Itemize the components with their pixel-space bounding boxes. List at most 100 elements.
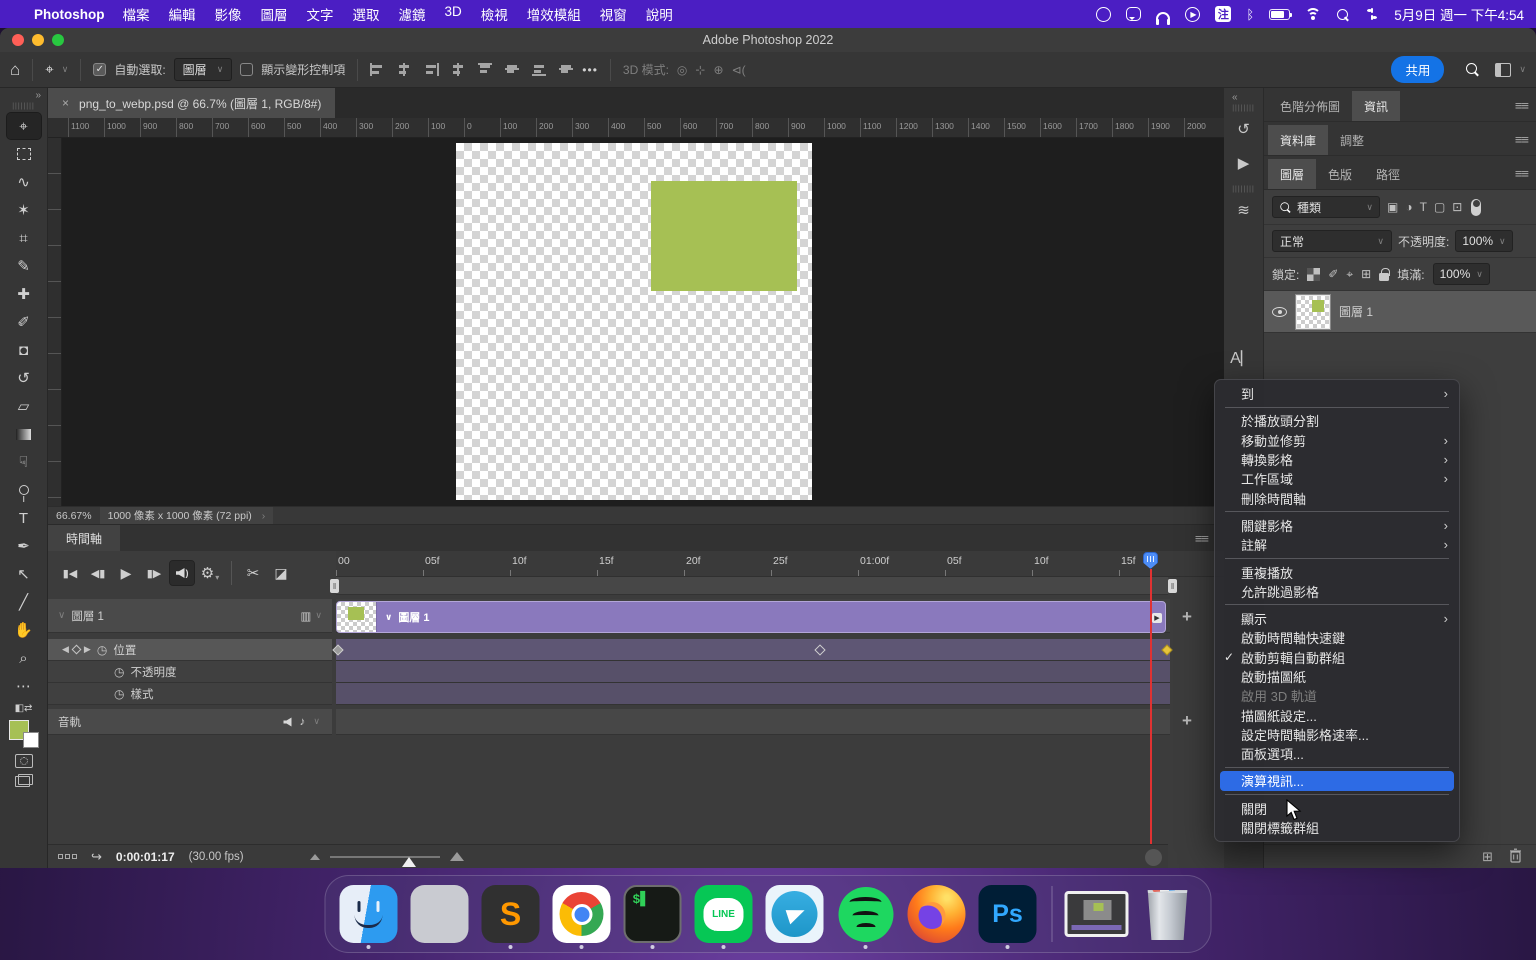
menu-item-[interactable]: 刪除時間軸 [1215, 488, 1459, 507]
horizontal-ruler[interactable]: 1100100090080070060050040030020010001002… [48, 118, 1224, 138]
swap-colors-icon[interactable]: ◧⇄ [7, 701, 41, 715]
history-brush-tool[interactable]: ↺ [7, 365, 41, 391]
menu-item-[interactable]: 到› [1215, 384, 1459, 403]
menubar-item-3[interactable]: 圖層 [261, 4, 288, 24]
previous-frame-button[interactable]: ◀▮ [86, 561, 110, 585]
distribute-h-icon[interactable] [451, 63, 466, 76]
timeline-panel-menu-icon[interactable]: ≡≡ [1195, 531, 1208, 546]
tab-資料庫[interactable]: 資料庫 [1268, 125, 1328, 155]
menu-item-[interactable]: 註解› [1215, 535, 1459, 554]
menu-item-[interactable]: 轉換影格› [1215, 450, 1459, 469]
work-area-end-handle[interactable]: ‖ [1168, 579, 1177, 593]
work-area-start-handle[interactable]: ‖ [330, 579, 339, 593]
tools-expand-icon[interactable]: » [35, 90, 41, 101]
auto-select-checkbox[interactable]: ✓ [93, 63, 106, 76]
layer-filter-kind-dropdown[interactable]: 種類∨ [1272, 196, 1380, 218]
transition-icon[interactable]: ◪ [269, 561, 293, 585]
align-right-icon[interactable] [424, 63, 439, 76]
align-left-icon[interactable] [370, 63, 385, 76]
dock-item-launchpad[interactable] [409, 879, 471, 949]
opacity-dropdown[interactable]: 100%∨ [1455, 230, 1512, 252]
dodge-tool[interactable] [7, 477, 41, 503]
dock-item-trash[interactable] [1137, 879, 1199, 949]
dock-item-chrome[interactable] [551, 879, 613, 949]
flatten-export-icon[interactable]: ↪ [91, 849, 102, 865]
menubar-item-8[interactable]: 檢視 [481, 4, 508, 24]
delete-trash-icon[interactable] [1509, 848, 1522, 866]
zoom-in-timeline-icon[interactable] [450, 852, 464, 861]
menu-item-[interactable]: 關閉 [1215, 799, 1459, 818]
menubar-datetime[interactable]: 5月9日 週一 下午4:54 [1394, 4, 1524, 24]
align-bottom-icon[interactable] [532, 63, 547, 76]
magic-wand-tool[interactable]: ✶ [7, 197, 41, 223]
zoom-level[interactable]: 66.67% [56, 510, 92, 522]
vertical-ruler[interactable] [48, 138, 62, 506]
actions-panel-icon[interactable]: ▶ [1229, 149, 1259, 177]
media-play-icon[interactable]: ▶ [1185, 7, 1200, 22]
timeline-zoom-thumb[interactable] [402, 857, 416, 867]
workspace-chevron-icon[interactable]: ∨ [1519, 64, 1526, 75]
frame-mode-icon[interactable] [58, 854, 77, 859]
menu-item-[interactable]: 啟動描圖紙 [1215, 667, 1459, 686]
input-source-badge[interactable]: 注 [1215, 6, 1231, 22]
canvas-pasteboard[interactable] [48, 138, 1224, 506]
tab-資訊[interactable]: 資訊 [1352, 91, 1400, 121]
menubar-item-4[interactable]: 文字 [307, 4, 334, 24]
timeline-tab[interactable]: 時間軸 [48, 525, 120, 551]
filter-smart-objects-icon[interactable]: ⊡ [1452, 200, 1462, 214]
tab-色版[interactable]: 色版 [1316, 159, 1364, 189]
add-audio-button[interactable]: + [1182, 711, 1192, 731]
opacity-property-row[interactable]: ◷ 不透明度 [48, 661, 332, 683]
lock-all-icon[interactable] [1379, 273, 1389, 281]
document-info[interactable]: 1000 像素 x 1000 像素 (72 ppi)› [100, 507, 274, 524]
menubar-item-7[interactable]: 3D [445, 4, 462, 24]
lock-transparency-icon[interactable] [1307, 268, 1320, 281]
menubar-item-6[interactable]: 濾鏡 [399, 4, 426, 24]
eraser-tool[interactable]: ▱ [7, 393, 41, 419]
style-stopwatch-icon[interactable]: ◷ [114, 687, 124, 701]
zoom-out-timeline-icon[interactable] [310, 854, 320, 860]
new-item-icon[interactable]: ⊞ [1482, 849, 1493, 865]
brush-tool[interactable]: ✐ [7, 309, 41, 335]
menubar-item-1[interactable]: 編輯 [169, 4, 196, 24]
quick-mask-button[interactable] [15, 754, 33, 768]
audio-track-row[interactable]: 音軌 ♪∨ [48, 709, 332, 735]
clip-filter-icons[interactable]: ▥∨ [301, 609, 322, 623]
share-button[interactable]: 共用 [1391, 56, 1444, 83]
menu-item-[interactable]: 啟動剪輯自動群組✓ [1215, 648, 1459, 667]
eyedropper-tool[interactable]: ✎ [7, 253, 41, 279]
menubar-item-9[interactable]: 增效模組 [527, 4, 581, 24]
timeline-ruler[interactable]: 0005f10f15f20f25f01:00f05f10f15f [336, 551, 1224, 577]
line-tool[interactable]: ╱ [7, 589, 41, 615]
menu-item-[interactable]: 啟動時間軸快速鍵 [1215, 628, 1459, 647]
dock-item-spotify[interactable] [835, 879, 897, 949]
dock-item-line[interactable]: LINE [693, 879, 755, 949]
lasso-tool[interactable]: ∿ [7, 169, 41, 195]
hand-tool[interactable]: ✋ [7, 617, 41, 643]
bluetooth-icon[interactable]: ᛒ [1246, 5, 1254, 23]
tab-路徑[interactable]: 路徑 [1364, 159, 1412, 189]
layer-group-row[interactable]: ∨ 圖層 1 ▥∨ [48, 599, 332, 633]
line-status-icon[interactable] [1126, 7, 1141, 21]
menu-item-[interactable]: 工作區域› [1215, 469, 1459, 488]
tab-調整[interactable]: 調整 [1328, 125, 1376, 155]
gradient-tool[interactable] [7, 421, 41, 447]
menu-item-[interactable]: 允許跳過影格 [1215, 582, 1459, 601]
menubar-item-5[interactable]: 選取 [353, 4, 380, 24]
menu-item-[interactable]: 描圖紙設定... [1215, 705, 1459, 724]
lock-position-icon[interactable]: ⌖ [1346, 267, 1353, 282]
align-center-h-icon[interactable] [397, 63, 412, 76]
lock-pixels-icon[interactable]: ✐ [1328, 267, 1338, 281]
filter-shape-layers-icon[interactable]: ▢ [1434, 200, 1445, 214]
clone-stamp-tool[interactable]: ◘ [7, 337, 41, 363]
path-selection-tool[interactable]: ↖ [7, 561, 41, 587]
character-panel-icon[interactable]: A⎸ [1229, 345, 1259, 373]
auto-select-dropdown[interactable]: 圖層∨ [174, 58, 233, 81]
control-center-icon[interactable] [1364, 7, 1379, 22]
healing-brush-tool[interactable]: ✚ [7, 281, 41, 307]
options-more-icon[interactable]: ••• [582, 63, 598, 77]
screen-mode-button[interactable] [15, 774, 33, 787]
smudge-tool[interactable]: ☟ [7, 449, 41, 475]
move-tool[interactable]: ⌖ [7, 113, 41, 139]
style-property-row[interactable]: ◷ 樣式 [48, 683, 332, 705]
